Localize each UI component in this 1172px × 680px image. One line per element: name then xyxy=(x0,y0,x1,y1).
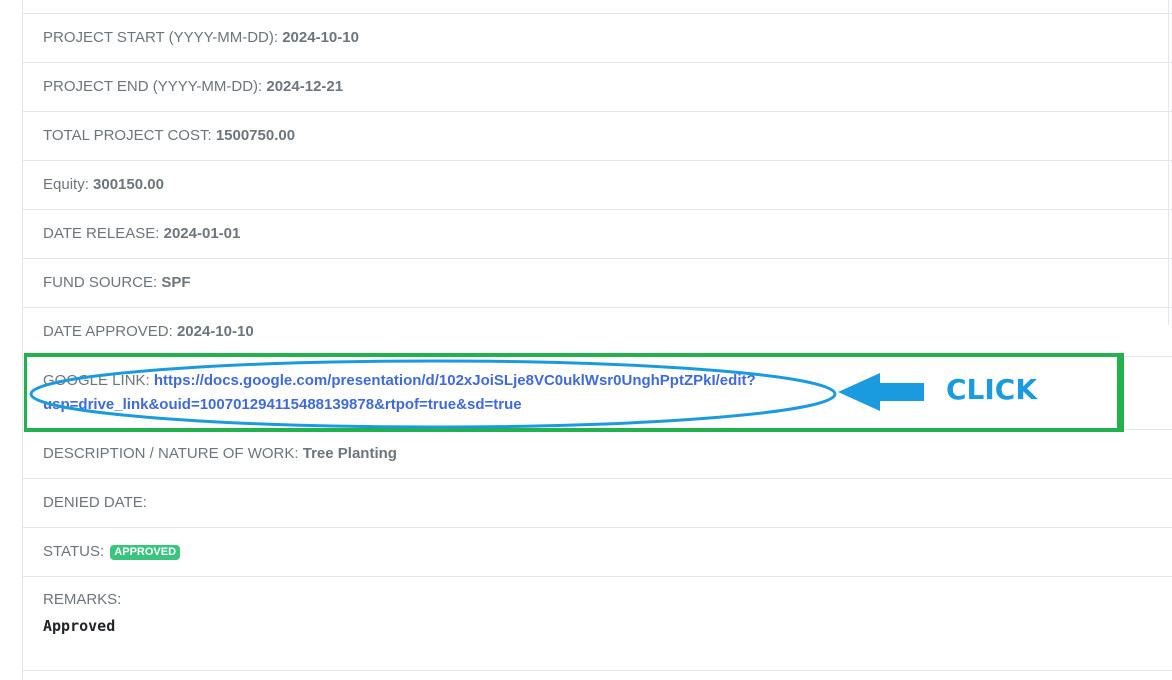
page: PROJECT START (YYYY-MM-DD): 2024-10-10 P… xyxy=(0,0,1172,680)
description-label: DESCRIPTION / NATURE OF WORK: xyxy=(43,445,299,462)
date-approved-value: 2024-10-10 xyxy=(176,323,254,340)
date-release-value: 2024-01-01 xyxy=(163,225,241,242)
detail-row-total-project-cost: TOTAL PROJECT COST: 1500750.00 xyxy=(23,111,1172,160)
top-partial-row xyxy=(23,0,1172,13)
panel-right-edge xyxy=(1168,0,1169,325)
total-project-cost-value: 1500750.00 xyxy=(215,127,296,144)
description-value: Tree Planting xyxy=(302,445,397,462)
detail-row-description: DESCRIPTION / NATURE OF WORK: Tree Plant… xyxy=(23,429,1172,478)
remarks-value: Approved xyxy=(43,617,116,635)
fund-source-value: SPF xyxy=(161,274,191,291)
project-end-label: PROJECT END (YYYY-MM-DD): xyxy=(43,78,263,95)
remarks-label: REMARKS: xyxy=(43,591,122,608)
detail-row-fund-source: FUND SOURCE: SPF xyxy=(23,258,1172,307)
google-link-anchor[interactable]: https://docs.google.com/presentation/d/1… xyxy=(43,372,756,413)
google-link-label: GOOGLE LINK: xyxy=(43,372,150,389)
denied-date-label: DENIED DATE: xyxy=(43,494,147,511)
detail-row-project-start: PROJECT START (YYYY-MM-DD): 2024-10-10 xyxy=(23,13,1172,62)
detail-row-project-end: PROJECT END (YYYY-MM-DD): 2024-12-21 xyxy=(23,62,1172,111)
equity-value: 300150.00 xyxy=(93,176,164,193)
status-label: STATUS: xyxy=(43,543,105,560)
date-release-label: DATE RELEASE: xyxy=(43,225,160,242)
project-start-label: PROJECT START (YYYY-MM-DD): xyxy=(43,29,279,46)
total-project-cost-label: TOTAL PROJECT COST: xyxy=(43,127,212,144)
date-approved-label: DATE APPROVED: xyxy=(43,323,173,340)
detail-row-status: STATUS: APPROVED xyxy=(23,527,1172,576)
google-link-line2[interactable]: usp=drive_link&ouid=10070129411548813987… xyxy=(43,396,522,413)
detail-row-date-approved: DATE APPROVED: 2024-10-10 xyxy=(23,307,1172,356)
detail-row-denied-date: DENIED DATE: xyxy=(23,478,1172,527)
project-start-value: 2024-10-10 xyxy=(282,29,359,46)
bottom-partial-row xyxy=(23,670,1172,680)
detail-row-date-release: DATE RELEASE: 2024-01-01 xyxy=(23,209,1172,258)
google-link-line1[interactable]: https://docs.google.com/presentation/d/1… xyxy=(154,372,756,389)
fund-source-label: FUND SOURCE: xyxy=(43,274,158,291)
detail-row-remarks: REMARKS: Approved xyxy=(23,576,1172,670)
status-badge: APPROVED xyxy=(110,544,181,560)
project-end-value: 2024-12-21 xyxy=(266,78,344,95)
click-callout: CLICK xyxy=(946,373,1038,406)
detail-row-equity: Equity: 300150.00 xyxy=(23,160,1172,209)
details-list: PROJECT START (YYYY-MM-DD): 2024-10-10 P… xyxy=(22,0,1172,680)
equity-label: Equity: xyxy=(43,176,89,193)
